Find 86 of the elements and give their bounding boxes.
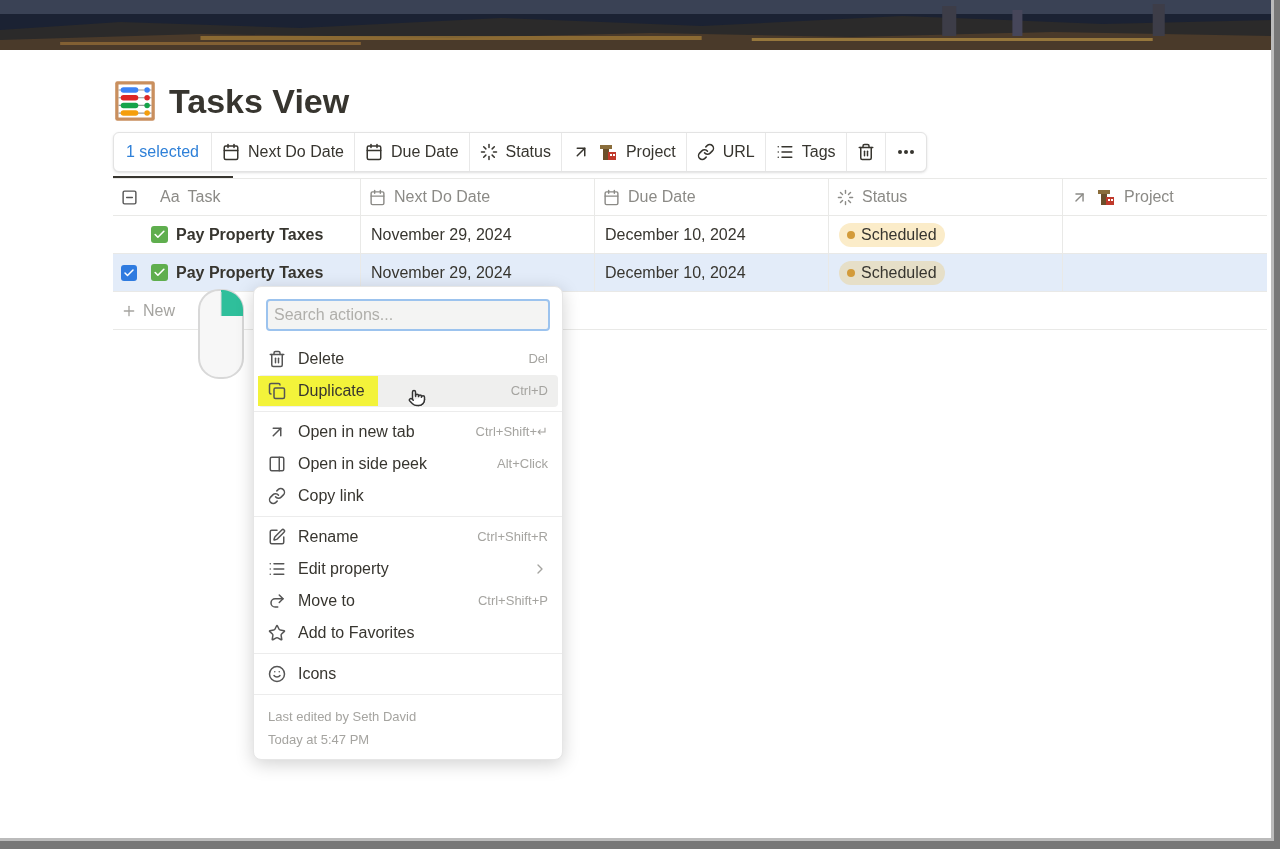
menu-item-label: Delete (298, 349, 345, 369)
link-icon (268, 487, 286, 505)
property-button[interactable]: Status (469, 133, 562, 171)
shortcut-label: Ctrl+D (510, 382, 548, 401)
check-icon (153, 228, 166, 241)
link-icon (696, 143, 715, 161)
column-header[interactable]: Aa Task (113, 179, 361, 215)
done-checkbox[interactable] (151, 264, 168, 281)
row-checkbox[interactable] (121, 264, 137, 281)
text-type-label: Aa (160, 187, 180, 207)
edit-info-text: Today at 5:47 PM (268, 731, 371, 749)
smiley-icon (268, 665, 286, 683)
menu-item[interactable]: Icons (258, 658, 558, 690)
calendar-icon (603, 188, 620, 206)
menu-item-label: Add to Favorites (298, 623, 415, 643)
task-title[interactable]: Pay Property Taxes (176, 260, 324, 285)
menu-item[interactable]: Edit property (258, 553, 558, 585)
check-icon (153, 266, 166, 279)
table-cell: November 29, 2024 (361, 216, 595, 253)
hand-cursor-icon (408, 387, 426, 409)
menu-item-label: Duplicate (298, 381, 365, 401)
menu-item[interactable]: Copy link (258, 480, 558, 512)
menu-item[interactable]: Add to Favorites (258, 617, 558, 649)
check-icon (123, 266, 135, 279)
shortcut-label: Ctrl+Shift+P (477, 592, 548, 611)
redo-arrow-icon (268, 592, 286, 610)
selection-count-button[interactable]: 1 selected (114, 133, 212, 171)
menu-item-label: Move to (298, 591, 355, 611)
menu-item[interactable]: Move to Ctrl+Shift+P (258, 585, 558, 617)
menu-item[interactable]: Delete Del (258, 343, 558, 375)
property-button[interactable]: Tags (765, 133, 847, 171)
pencil-square-icon (268, 528, 286, 546)
abacus-icon (113, 79, 157, 123)
task-title[interactable]: Pay Property Taxes (176, 222, 324, 247)
column-header[interactable]: Project (1063, 179, 1267, 215)
property-button[interactable]: Project (561, 133, 687, 171)
done-checkbox[interactable] (151, 226, 168, 243)
copy-icon (268, 382, 286, 400)
menu-item-label: Edit property (298, 559, 389, 579)
table-cell: December 10, 2024 (595, 216, 829, 253)
menu-item-label: Copy link (298, 486, 364, 506)
loader-icon (479, 143, 498, 161)
calendar-icon (369, 188, 386, 206)
status-tag: Scheduled (839, 222, 945, 247)
shortcut-label: Ctrl+Shift+R (477, 528, 548, 547)
trash-icon (268, 350, 286, 368)
shortcut-label: Ctrl+Shift+↵ (475, 423, 548, 442)
star-icon (268, 624, 286, 642)
menu-item-label: Open in side peek (298, 454, 427, 474)
menu-item-label: Rename (298, 527, 359, 547)
column-header[interactable]: Status (829, 179, 1063, 215)
shortcut-label: Del (528, 350, 548, 369)
shortcut-label: Alt+Click (497, 455, 548, 474)
status-tag: Scheduled (839, 260, 945, 285)
menu-item[interactable]: Duplicate Ctrl+D (258, 375, 558, 407)
loader-icon (837, 188, 854, 206)
menu-item-label: Icons (298, 664, 337, 684)
column-label: Next Do Date (394, 187, 491, 207)
select-all-checkbox-icon[interactable] (121, 188, 138, 206)
more-icon (897, 150, 914, 154)
column-label: Project (1124, 187, 1174, 207)
building-icon (597, 142, 618, 162)
calendar-icon (221, 143, 240, 161)
column-label: Due Date (628, 187, 696, 207)
search-field[interactable]: Search actions... (266, 299, 550, 331)
menu-item-label: Open in new tab (298, 422, 415, 442)
property-button[interactable]: Next Do Date (211, 133, 355, 171)
menu-item[interactable]: Open in side peek Alt+Click (258, 448, 558, 480)
edit-info-text: Last edited by Seth David (268, 708, 418, 726)
column-header[interactable]: Due Date (595, 179, 829, 215)
building-icon (1096, 187, 1116, 207)
page-title: Tasks View (169, 80, 350, 122)
list-icon (775, 143, 794, 161)
column-label: Status (862, 187, 908, 207)
side-panel-icon (268, 455, 286, 473)
property-button[interactable]: URL (686, 133, 766, 171)
column-label: Task (187, 187, 221, 207)
table-row[interactable]: Pay Property Taxes November 29, 2024 December 10, 2024 Scheduled (113, 216, 1267, 254)
trash-icon (856, 143, 875, 161)
property-button[interactable]: Due Date (355, 133, 470, 171)
menu-item[interactable]: Open in new tab Ctrl+Shift+↵ (258, 416, 558, 448)
list-icon (268, 560, 286, 578)
calendar-icon (365, 143, 383, 161)
menu-item[interactable]: Rename Ctrl+Shift+R (258, 521, 558, 553)
table-row[interactable]: Pay Property Taxes November 29, 2024 December 10, 2024 Scheduled (113, 254, 1267, 292)
table-cell: December 10, 2024 (595, 254, 829, 291)
